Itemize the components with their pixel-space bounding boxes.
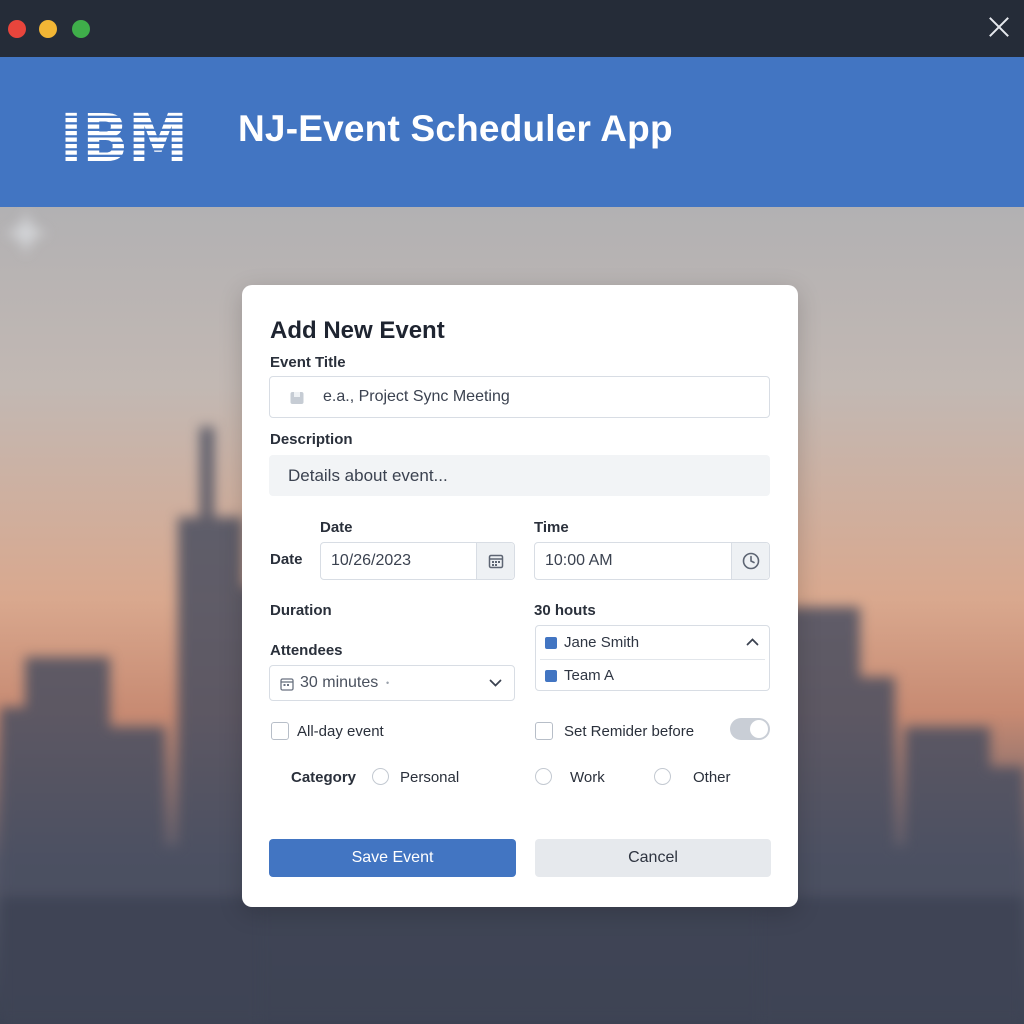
duration-extra-mark: • — [386, 678, 390, 688]
toggle-knob — [750, 720, 768, 738]
category-option-work: Work — [570, 769, 605, 786]
duration-label: Duration — [270, 602, 332, 619]
attendee-color-marker — [545, 637, 557, 649]
calendar-icon — [488, 554, 503, 569]
maximize-window-dot[interactable] — [72, 20, 90, 38]
reminder-label: Set Remider before — [564, 723, 695, 740]
duration-select[interactable]: 30 minutes • — [269, 665, 515, 701]
event-title-label: Event Title — [270, 354, 346, 371]
date-picker-button[interactable] — [476, 543, 514, 579]
category-radio-personal[interactable] — [372, 768, 389, 785]
duration-select-value: 30 minutes — [300, 674, 379, 691]
category-radio-other[interactable] — [654, 768, 671, 785]
description-label: Description — [270, 431, 353, 448]
attendee-item[interactable]: Team A — [536, 659, 769, 691]
close-icon[interactable] — [986, 14, 1012, 40]
date-heading: Date — [320, 519, 353, 536]
svg-text:IBM: IBM — [60, 105, 188, 169]
save-event-button[interactable]: Save Event — [269, 839, 516, 877]
attendee-name: Team A — [564, 667, 615, 684]
document-icon — [290, 392, 304, 404]
all-day-checkbox[interactable] — [271, 722, 289, 740]
time-value: 10:00 AM — [545, 552, 613, 569]
attendee-name: Jane Smith — [564, 634, 640, 651]
chevron-down-icon[interactable] — [489, 679, 502, 688]
category-radio-work[interactable] — [535, 768, 552, 785]
attendees-select[interactable]: Jane Smith Team A — [535, 625, 770, 691]
time-picker-button[interactable] — [731, 543, 769, 579]
reminder-checkbox[interactable] — [535, 722, 553, 740]
app-title: NJ-Event Scheduler App — [238, 108, 673, 149]
event-title-placeholder: e.a., Project Sync Meeting — [323, 388, 510, 405]
category-option-personal: Personal — [400, 769, 460, 786]
attendee-item[interactable]: Jane Smith — [536, 626, 769, 658]
time-heading: Time — [534, 519, 569, 536]
attendee-color-marker — [545, 670, 557, 682]
date-field[interactable]: 10/26/2023 — [320, 542, 515, 580]
sparkle-icon — [2, 209, 50, 257]
clock-icon — [742, 552, 759, 570]
event-title-input[interactable]: e.a., Project Sync Meeting — [269, 376, 770, 418]
duration-value-label: 30 houts — [534, 602, 596, 619]
minimize-window-dot[interactable] — [39, 20, 57, 38]
app-header: IBM NJ-Event Scheduler App — [0, 57, 1024, 207]
category-label: Category — [291, 769, 357, 786]
ibm-logo: IBM — [60, 105, 188, 169]
time-field[interactable]: 10:00 AM — [534, 542, 770, 580]
category-option-other: Other — [693, 769, 731, 786]
date-row-label: Date — [270, 551, 303, 568]
window-titlebar — [0, 0, 1024, 57]
add-event-dialog: Add New Event Event Title e.a., Project … — [242, 285, 798, 907]
description-placeholder: Details about event... — [288, 466, 448, 485]
reminder-toggle[interactable] — [730, 718, 770, 740]
dialog-title: Add New Event — [270, 317, 445, 344]
all-day-label: All-day event — [297, 723, 384, 740]
date-value: 10/26/2023 — [331, 552, 412, 569]
calendar-icon — [280, 678, 294, 691]
cancel-button[interactable]: Cancel — [535, 839, 771, 877]
description-input[interactable]: Details about event... — [269, 455, 770, 496]
attendees-label: Attendees — [270, 642, 343, 659]
close-window-dot[interactable] — [8, 20, 26, 38]
chevron-up-icon[interactable] — [746, 637, 759, 646]
